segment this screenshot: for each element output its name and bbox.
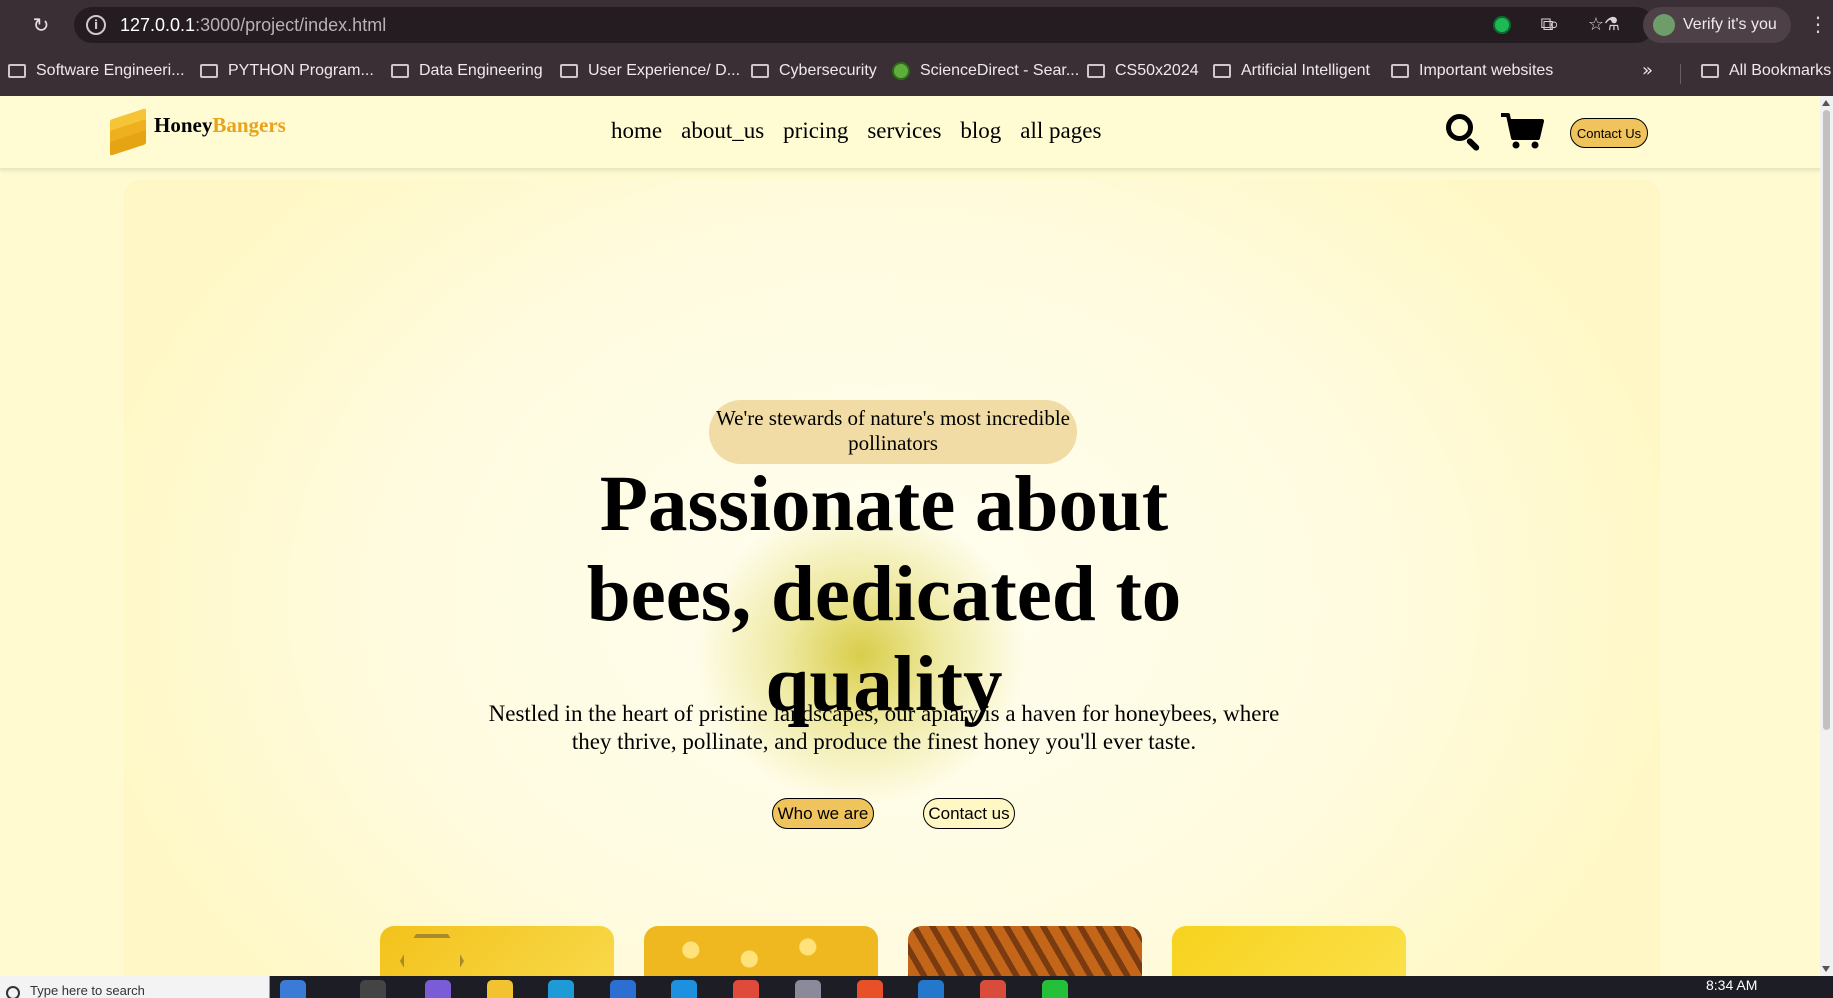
whatsapp-icon[interactable] [1042,980,1068,998]
nav-all-pages[interactable]: all pages [1020,118,1101,144]
folder-icon [1213,64,1231,78]
page-scrollbar[interactable] [1820,96,1833,976]
nav-services[interactable]: services [867,118,941,144]
honeycomb-logo-icon [108,108,148,156]
reload-icon[interactable]: ↻ [28,12,54,38]
bookmark-item[interactable]: Cybersecurity [751,62,877,80]
bookmark-item[interactable]: All Bookmarks [1701,62,1831,80]
comb-texture-image-card[interactable] [908,926,1142,976]
labs-flask-icon[interactable]: ⚗ [1599,12,1625,38]
scroll-thumb[interactable] [1823,110,1830,730]
nav-home[interactable]: home [611,118,662,144]
bookmark-label: Cybersecurity [779,62,877,79]
folder-icon [751,64,769,78]
menu-kebab-icon[interactable]: ⋮ [1808,12,1828,36]
bookmark-label: All Bookmarks [1729,62,1832,79]
page-viewport: HoneyBangers home about_us pricing servi… [0,96,1820,976]
bookmark-item[interactable]: PYTHON Program... [200,62,374,80]
hero-section: We're stewards of nature's most incredib… [124,180,1660,976]
taskbar-clock[interactable]: 8:34 AM [1706,977,1757,993]
profile-label: Verify it's you [1683,16,1777,33]
scroll-up-icon[interactable] [1822,100,1830,106]
profile-button[interactable]: Verify it's you [1643,7,1791,43]
browser-toolbar: ↻ i 127.0.0.1:3000/project/index.html ⌕ … [0,0,1833,50]
app-icon[interactable] [671,980,697,998]
bookmark-item[interactable]: Software Engineeri... [8,62,185,80]
contact-us-button[interactable]: Contact Us [1570,118,1648,148]
app-icon[interactable] [280,980,306,998]
bookmark-label: Data Engineering [419,62,543,79]
avatar [1653,14,1675,36]
chrome-icon[interactable] [980,980,1006,998]
main-nav: home about_us pricing services blog all … [611,118,1101,144]
nav-blog[interactable]: blog [960,118,1001,144]
site-header: HoneyBangers home about_us pricing servi… [0,96,1820,170]
folder-icon [8,64,26,78]
chrome-icon[interactable] [733,980,759,998]
bookmark-label: ScienceDirect - Sear... [920,62,1080,79]
site-info-icon[interactable]: i [86,15,106,35]
folder-icon [1391,64,1409,78]
honey-drops-image-card[interactable] [644,926,878,976]
search-icon[interactable] [1444,112,1482,152]
globe-icon [892,62,910,80]
app-icon[interactable] [425,980,451,998]
task-view-icon[interactable] [360,980,386,998]
app-icon[interactable] [857,980,883,998]
scroll-down-icon[interactable] [1822,966,1830,972]
extension-icon[interactable] [1489,12,1515,38]
nav-about-us[interactable]: about_us [681,118,764,144]
honey-image-card[interactable] [1172,926,1406,976]
logo-text: HoneyBangers [154,112,286,137]
folder-icon [1701,64,1719,78]
site-logo[interactable]: HoneyBangers [108,108,286,156]
bookmarks-bar: Software Engineeri... PYTHON Program... … [0,50,1833,96]
bookmark-label: PYTHON Program... [228,62,374,79]
hero-tagline: We're stewards of nature's most incredib… [709,400,1077,464]
divider [1680,64,1681,84]
hero-subtext: Nestled in the heart of pristine landsca… [488,701,1280,754]
bookmark-label: User Experience/ D... [588,62,741,79]
extensions-puzzle-icon[interactable]: ⧉ [1534,12,1560,38]
folder-icon [200,64,218,78]
vscode-icon[interactable] [918,980,944,998]
folder-icon [560,64,578,78]
honeycomb-image-card[interactable] [380,926,614,976]
bookmark-label: CS50x2024 [1115,62,1199,79]
app-icon[interactable] [795,980,821,998]
bookmark-item[interactable]: Data Engineering [391,62,543,80]
app-icon[interactable] [610,980,636,998]
folder-icon [391,64,409,78]
bookmark-item[interactable]: ScienceDirect - Sear... [892,62,1079,80]
bookmarks-overflow-icon[interactable]: » [1642,60,1653,81]
folder-icon [1087,64,1105,78]
file-explorer-icon[interactable] [487,980,513,998]
edge-icon[interactable] [548,980,574,998]
bookmark-item[interactable]: CS50x2024 [1087,62,1199,80]
taskbar-search-input[interactable]: Type here to search [0,976,270,998]
cart-icon[interactable] [1500,112,1544,150]
bookmark-label: Software Engineeri... [36,62,185,79]
url-text[interactable]: 127.0.0.1:3000/project/index.html [120,15,386,36]
os-taskbar: Type here to search 8:34 AM [0,976,1833,998]
nav-pricing[interactable]: pricing [783,118,848,144]
who-we-are-button[interactable]: Who we are [772,798,874,829]
bookmark-label: Artificial Intelligent [1241,62,1370,79]
hero-headline: Passionate about bees, dedicated to qual… [586,461,1182,728]
bookmark-item[interactable]: Important websites [1391,62,1553,80]
contact-us-hero-button[interactable]: Contact us [923,798,1015,829]
bookmark-label: Important websites [1419,62,1554,79]
bookmark-item[interactable]: Artificial Intelligent [1213,62,1370,80]
bookmark-item[interactable]: User Experience/ D... [560,62,740,80]
address-bar[interactable]: i 127.0.0.1:3000/project/index.html ⌕ ☆ [74,7,1654,43]
